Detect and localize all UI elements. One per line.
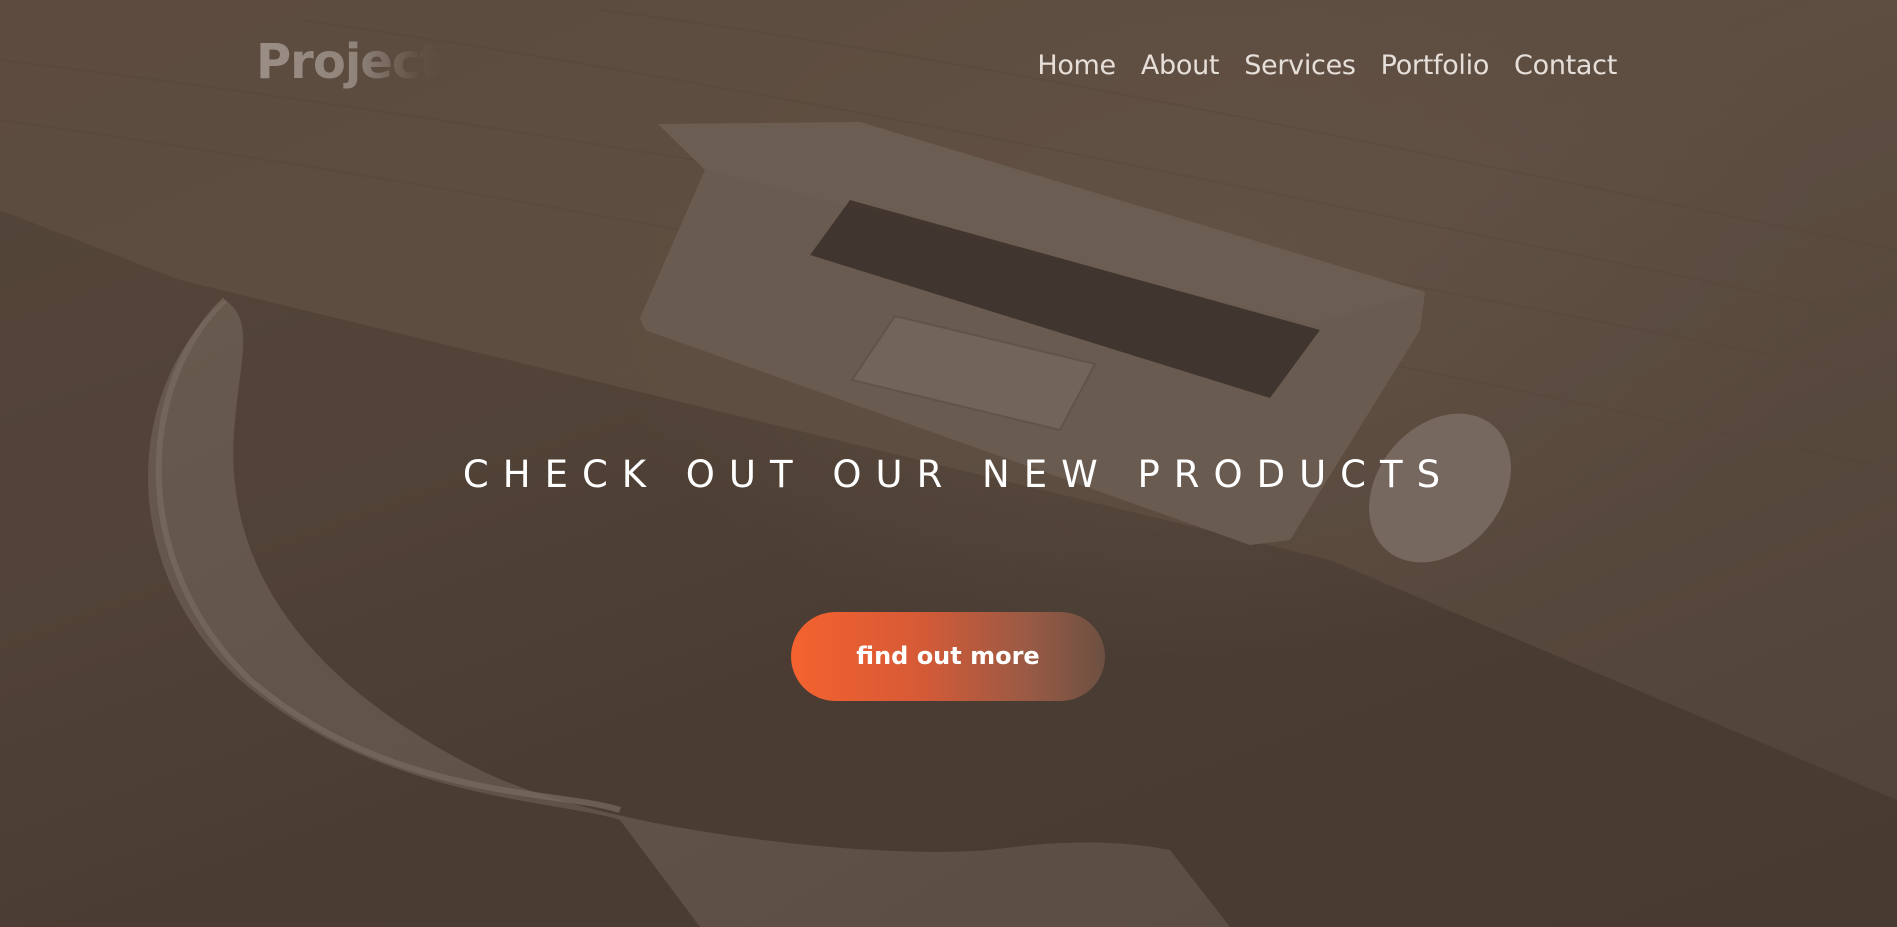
find-out-more-button[interactable]: find out more (791, 612, 1105, 701)
nav-link-portfolio[interactable]: Portfolio (1381, 50, 1490, 81)
hero-headline: CHECK OUT OUR NEW PRODUCTS (462, 452, 1455, 496)
nav-link-contact[interactable]: Contact (1514, 50, 1617, 81)
nav-link-about[interactable]: About (1141, 50, 1220, 81)
nav-link-home[interactable]: Home (1037, 50, 1116, 81)
main-nav: Home About Services Portfolio Contact (1037, 50, 1617, 81)
nav-link-services[interactable]: Services (1244, 50, 1356, 81)
hero-section: Project Home About Services Portfolio Co… (0, 0, 1897, 927)
site-logo[interactable]: Project (256, 34, 442, 90)
